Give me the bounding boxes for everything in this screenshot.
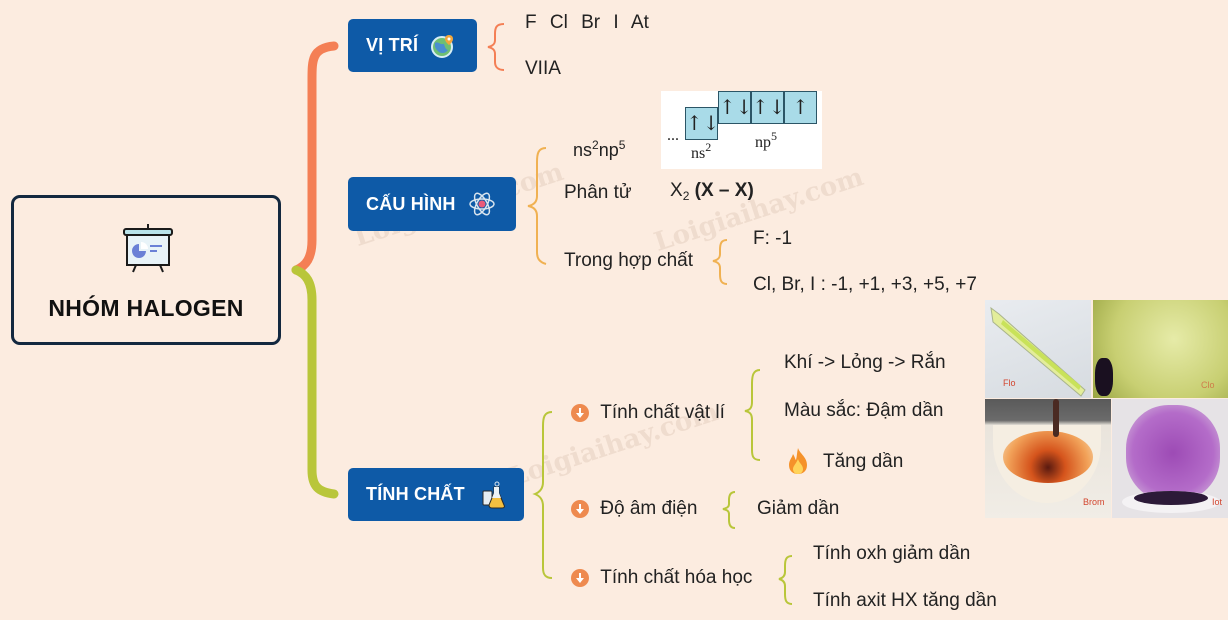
electronegativity-label: Độ âm điện: [600, 498, 698, 519]
chemical-properties-item[interactable]: Tính chất hóa học: [571, 567, 752, 589]
brace-cau-hinh: [527, 147, 547, 265]
compound-f: F: -1: [753, 228, 793, 249]
atom-icon: [468, 190, 496, 218]
config-ns-sup: 2: [592, 138, 599, 152]
photo-label-iot: Iot: [1212, 497, 1223, 507]
node-cau-hinh[interactable]: CẤU HÌNH: [348, 177, 516, 231]
brace-main-bottom: [291, 265, 339, 499]
compound-others: Cl, Br, I : -1, +1, +3, +5, +7: [753, 274, 977, 295]
orbital-dots: ...: [667, 127, 679, 144]
arrow-down-circle-icon: [571, 403, 589, 422]
config-np-sup: 5: [618, 138, 626, 152]
chemical-label: Tính chất hóa học: [600, 567, 753, 588]
formula-sub: 2: [682, 189, 690, 203]
orbital-box-np3: ↑: [784, 91, 817, 124]
node-tinh-chat[interactable]: TÍNH CHẤT: [348, 468, 524, 521]
photo-label-brom: Brom: [1083, 497, 1105, 507]
orbital-box-np2: ↑↓: [751, 91, 786, 124]
root-node[interactable]: NHÓM HALOGEN: [11, 195, 281, 345]
orbital-diagram: ... ↑↓ ↑↓ ↑↓ ↑ ns2 np5: [661, 91, 822, 169]
photo-iot: Iot: [1112, 399, 1228, 518]
photo-label-flo: Flo: [1003, 378, 1016, 388]
physical-properties-item[interactable]: Tính chất vật lí: [571, 402, 725, 424]
photo-clo: Clo: [1093, 300, 1228, 398]
fire-icon: [786, 447, 810, 480]
brace-main-top: [291, 41, 339, 275]
molecule-formula: X2 (X – X): [670, 180, 754, 202]
orbital-ns-label: ns2: [691, 140, 712, 162]
config-np: np: [598, 140, 619, 160]
arrow-down-circle-icon: [571, 499, 589, 518]
brace-vi-tri: [487, 23, 505, 71]
root-title: NHÓM HALOGEN: [48, 295, 244, 321]
presentation-board-icon: [122, 224, 174, 279]
arrow-down-circle-icon: [571, 568, 589, 587]
photo-brom: Brom: [985, 399, 1111, 518]
node-cau-hinh-label: CẤU HÌNH: [366, 193, 456, 214]
halogen-photos: Flo Clo Brom Iot: [985, 300, 1228, 518]
electronegativity-item[interactable]: Độ âm điện: [571, 498, 697, 520]
formula-x: X: [670, 180, 683, 201]
photo-label-clo: Clo: [1201, 380, 1215, 390]
globe-location-icon: [430, 33, 456, 59]
formula-bond: (X – X): [694, 180, 754, 201]
node-vi-tri[interactable]: VỊ TRÍ: [348, 19, 477, 72]
orbital-np-label: np5: [755, 129, 777, 151]
physical-color: Màu sắc: Đậm dần: [784, 400, 944, 421]
brace-electronegativity: [722, 491, 736, 529]
brace-tinh-chat: [532, 411, 553, 579]
vi-tri-group: VIIA: [525, 58, 561, 79]
chemical-acidity: Tính axit HX tăng dần: [813, 590, 997, 611]
molecule-label: Phân tử: [564, 182, 632, 203]
electron-config: ns2np5: [573, 138, 626, 161]
physical-label: Tính chất vật lí: [600, 402, 725, 423]
brace-chemical: [778, 555, 793, 605]
node-vi-tri-label: VỊ TRÍ: [366, 35, 419, 55]
brace-physical: [744, 369, 761, 461]
config-ns: ns: [573, 140, 593, 160]
compound-label: Trong hợp chất: [564, 250, 693, 271]
node-tinh-chat-label: TÍNH CHẤT: [366, 484, 465, 504]
brace-compound: [712, 239, 728, 285]
orbital-box-ns: ↑↓: [685, 107, 720, 140]
photo-flo: Flo: [985, 300, 1091, 398]
physical-temperature: Tăng dần: [823, 451, 904, 472]
physical-state: Khí -> Lỏng -> Rắn: [784, 352, 946, 373]
chemical-oxidation: Tính oxh giảm dần: [813, 543, 971, 564]
electronegativity-value: Giảm dần: [757, 498, 840, 519]
lab-flask-icon: [481, 481, 505, 509]
orbital-box-np1: ↑↓: [718, 91, 753, 124]
vi-tri-elements: F Cl Br I At: [525, 12, 649, 33]
